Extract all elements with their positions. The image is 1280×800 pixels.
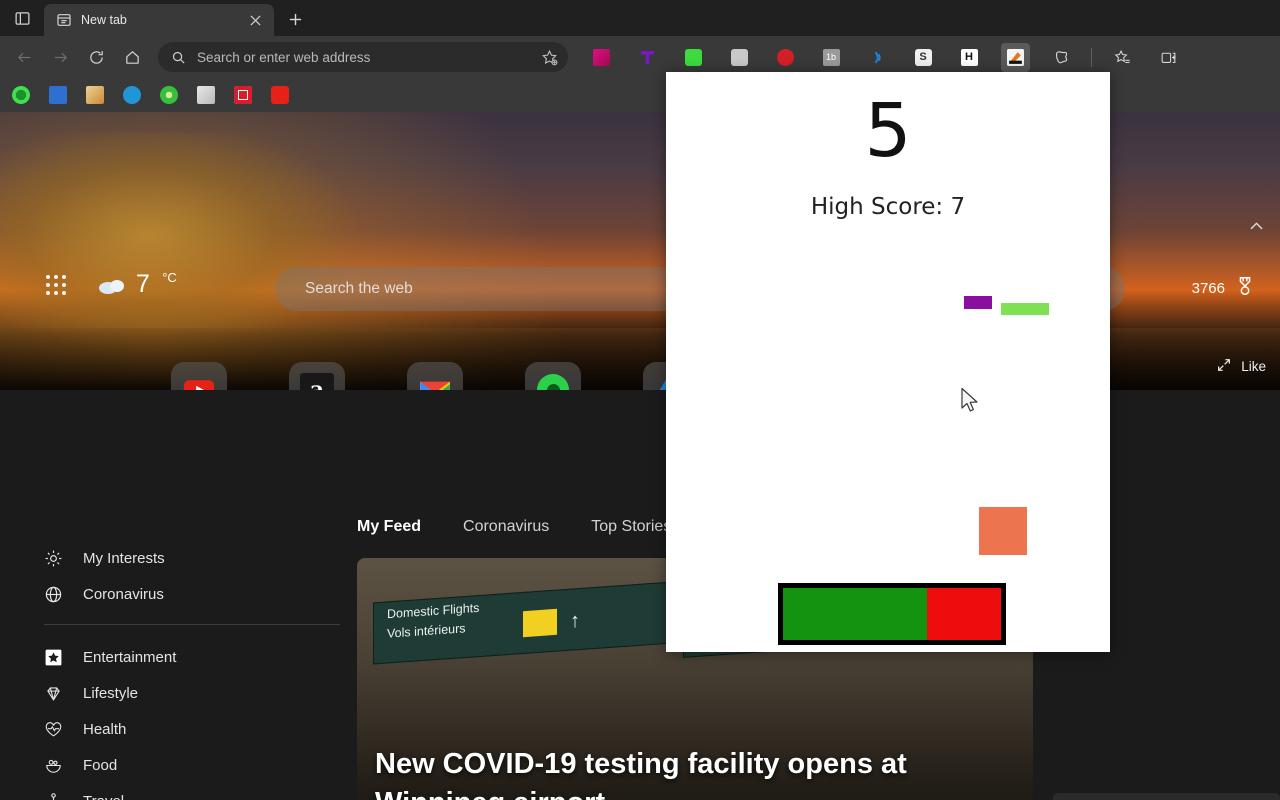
close-icon[interactable] xyxy=(244,9,266,31)
shortcut-tile[interactable]: Inbox (220) xyxy=(376,362,494,390)
hero-weather-temp: 7 xyxy=(136,270,151,298)
extension-pink[interactable] xyxy=(587,43,616,72)
diamond-icon xyxy=(44,684,63,703)
green-circle-icon xyxy=(525,362,581,390)
tab-coronavirus[interactable]: Coronavirus xyxy=(463,518,549,536)
hero-weather-unit: °C xyxy=(162,270,177,285)
browser-tab[interactable]: New tab xyxy=(44,4,274,36)
extension-grey-runner[interactable] xyxy=(725,43,754,72)
screen: New tab Search or enter web address 1b S… xyxy=(0,0,1280,800)
split-screen-icon[interactable] xyxy=(1154,43,1183,72)
expand-icon xyxy=(1216,357,1232,376)
bookmark-blue-flake[interactable] xyxy=(123,86,141,104)
hero-like-label: Like xyxy=(1241,359,1266,374)
bookmark-photo[interactable] xyxy=(197,86,215,104)
bookmark-opera-red[interactable] xyxy=(234,86,252,104)
heart-pulse-icon xyxy=(44,720,63,739)
sidebar-label: My Interests xyxy=(83,549,165,567)
ntp-search-placeholder: Search the web xyxy=(305,280,413,297)
sidebar-label: Travel xyxy=(83,793,124,800)
rewards-medal-icon xyxy=(1234,275,1256,301)
sidebar-label: Lifestyle xyxy=(83,684,139,702)
extension-s-badge[interactable]: S xyxy=(909,43,938,72)
game-score: 5 xyxy=(864,88,912,174)
sidebar-label: Entertainment xyxy=(83,648,177,666)
article-headline: New COVID-19 testing facility opens at W… xyxy=(375,748,907,800)
newtab-icon xyxy=(56,12,72,28)
collections-icon[interactable] xyxy=(1047,43,1076,72)
bookmark-youtube[interactable] xyxy=(271,86,289,104)
sun-interests-icon xyxy=(44,549,63,568)
paddle-green-zone xyxy=(783,588,927,640)
extension-red-hand[interactable] xyxy=(771,43,800,72)
new-tab-button[interactable] xyxy=(280,4,310,34)
brick-green xyxy=(1001,303,1049,315)
shortcut-tile[interactable]: Welcome — ... xyxy=(494,362,612,390)
cloud-icon xyxy=(98,275,126,295)
extension-green-square[interactable] xyxy=(679,43,708,72)
tab-title: New tab xyxy=(81,13,127,27)
paddle-red-zone xyxy=(926,588,1001,640)
toolbar-divider xyxy=(1091,47,1092,67)
address-bar[interactable]: Search or enter web address xyxy=(158,42,568,72)
refresh-icon[interactable] xyxy=(78,41,114,73)
address-bar-placeholder: Search or enter web address xyxy=(197,49,371,65)
sidebar-label: Food xyxy=(83,756,118,774)
paddle[interactable] xyxy=(778,583,1006,645)
sidebar-label: Coronavirus xyxy=(83,585,164,603)
search-icon xyxy=(171,50,186,65)
hero-like-button[interactable]: Like xyxy=(1216,357,1266,376)
gmail-icon xyxy=(407,362,463,390)
bookmark-green-diamond[interactable] xyxy=(160,86,178,104)
tab-my-feed[interactable]: My Feed xyxy=(357,518,421,536)
tab-actions-icon[interactable] xyxy=(0,0,44,36)
shortcut-tile[interactable]: a Amazon.ca xyxy=(258,362,376,390)
extension-h-badge[interactable]: H xyxy=(955,43,984,72)
sidebar-item-entertainment[interactable]: Entertainment xyxy=(44,639,340,675)
sidebar-item-my-interests[interactable]: My Interests xyxy=(44,540,340,576)
tab-top-stories[interactable]: Top Stories xyxy=(591,518,671,536)
sidebar-item-travel[interactable]: Travel xyxy=(44,783,340,800)
sidebar-label: Health xyxy=(83,720,127,738)
rewards-counter[interactable]: 3766 xyxy=(1192,275,1256,301)
rewards-points: 3766 xyxy=(1191,279,1225,297)
feed-sidebar: My Interests Coronavirus Entertainment L… xyxy=(0,540,340,800)
extension-wifi-blue[interactable] xyxy=(863,43,892,72)
bookmark-green-circle[interactable] xyxy=(12,86,30,104)
chevron-up-icon[interactable] xyxy=(1247,217,1266,241)
food-bowl-icon xyxy=(44,756,63,775)
game-high-score: High Score: 7 xyxy=(810,194,966,220)
extension-1b[interactable]: 1b xyxy=(817,43,846,72)
feed-tabs: My Feed Coronavirus Top Stories xyxy=(357,518,713,536)
sidebar-item-coronavirus[interactable]: Coronavirus xyxy=(44,576,340,612)
youtube-icon xyxy=(171,362,227,390)
bookmark-docs-blue[interactable] xyxy=(49,86,67,104)
extension-toolbar: 1b S H xyxy=(578,42,1191,72)
star-icon xyxy=(44,648,63,667)
ball xyxy=(979,507,1027,555)
brick-purple xyxy=(964,296,992,309)
rail-visibility-select[interactable]: visible xyxy=(1053,793,1280,800)
mouse-cursor xyxy=(960,387,982,413)
hero-weather-chip[interactable]: 7 °C xyxy=(98,270,177,299)
favorites-icon[interactable] xyxy=(1108,43,1137,72)
sidebar-divider xyxy=(44,624,340,625)
home-icon[interactable] xyxy=(114,41,150,73)
breakout-game-popup[interactable]: 5 High Score: 7 xyxy=(666,72,1110,652)
add-favorite-star-icon[interactable] xyxy=(541,49,558,66)
shortcut-tile[interactable]: YouTube xyxy=(140,362,258,390)
apps-grid-icon[interactable] xyxy=(46,275,68,297)
extension-purple-tee[interactable] xyxy=(633,43,662,72)
sidebar-item-lifestyle[interactable]: Lifestyle xyxy=(44,675,340,711)
extension-breakout-game[interactable] xyxy=(1000,42,1030,72)
travel-icon xyxy=(44,792,63,800)
amazon-icon: a xyxy=(289,362,345,390)
browser-tab-strip: New tab xyxy=(0,0,1280,36)
globe-icon xyxy=(44,585,63,604)
sidebar-item-food[interactable]: Food xyxy=(44,747,340,783)
forward-arrow-icon[interactable] xyxy=(42,41,78,73)
bookmark-package[interactable] xyxy=(86,86,104,104)
sidebar-item-health[interactable]: Health xyxy=(44,711,340,747)
back-arrow-icon[interactable] xyxy=(6,41,42,73)
